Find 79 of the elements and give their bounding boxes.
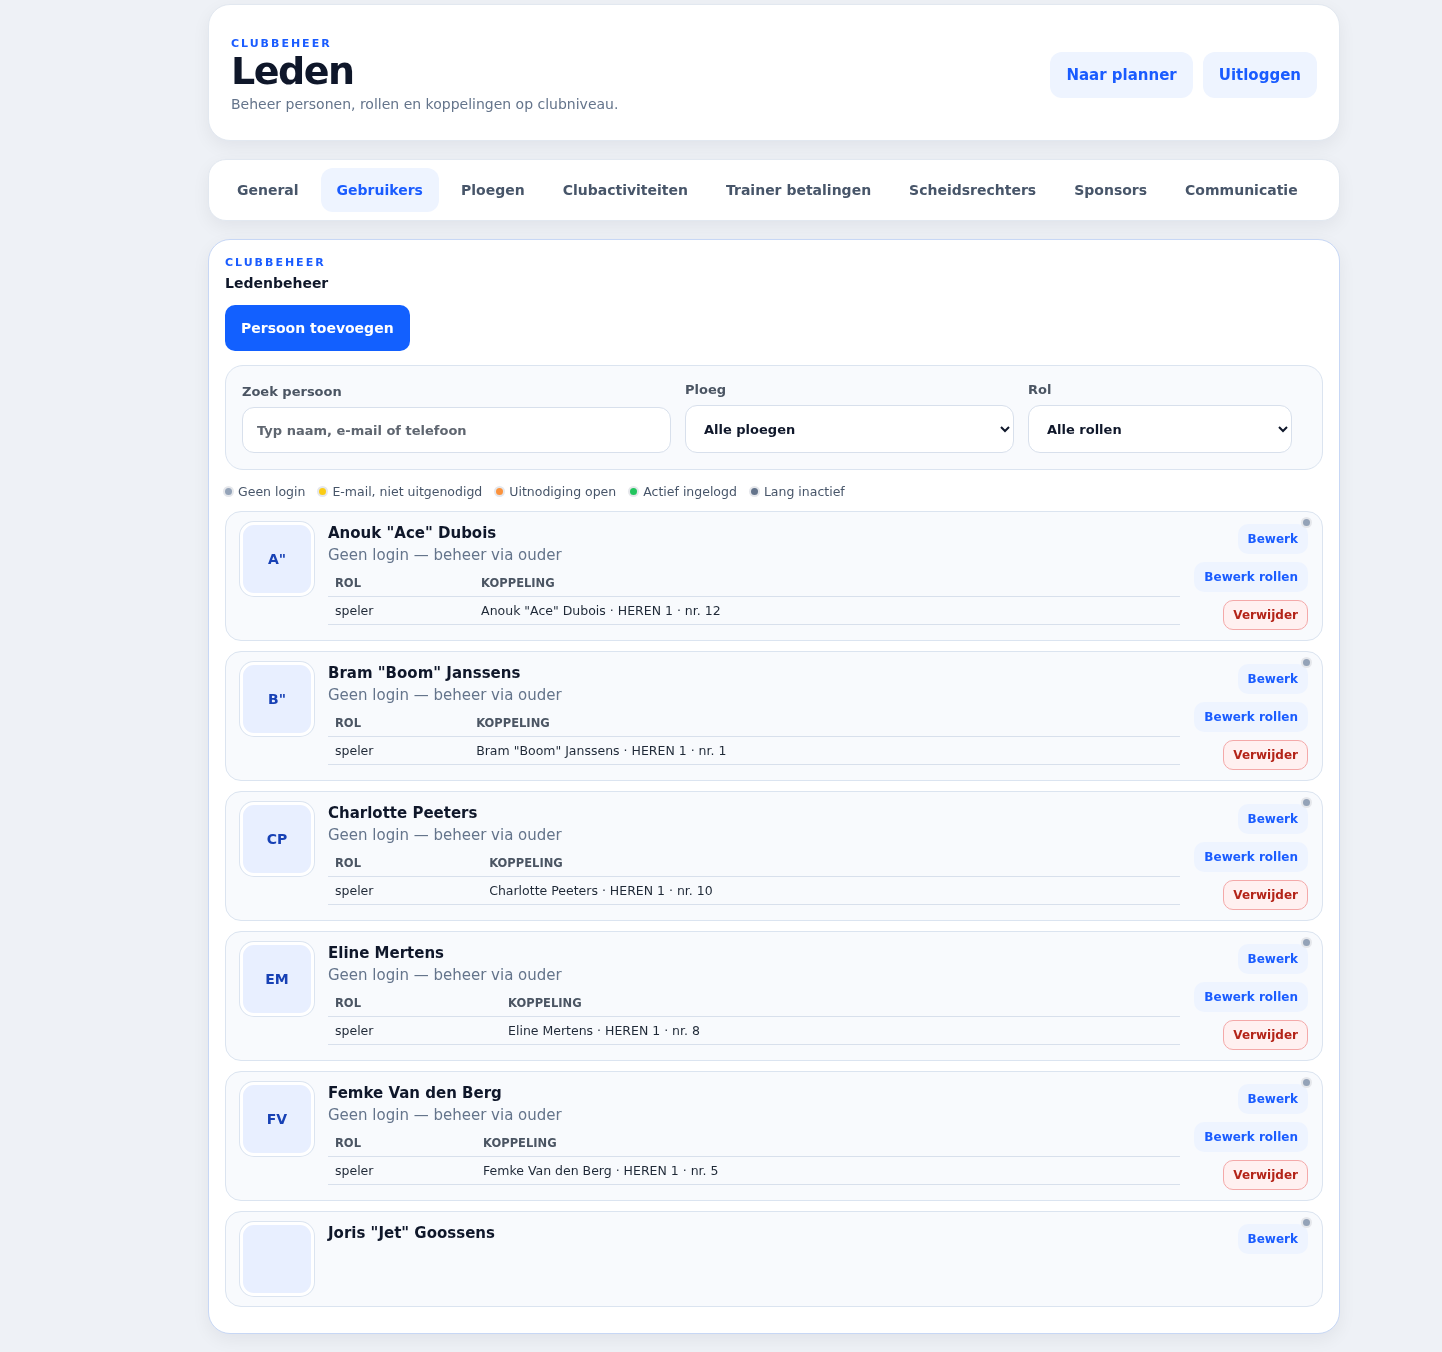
member-status: Geen login — beheer via ouder [328, 826, 563, 844]
column-header: ROL [328, 990, 502, 1017]
edit-button[interactable]: Bewerk [1237, 1224, 1308, 1254]
member-name: Joris "Jet" Goossens [328, 1224, 496, 1242]
delete-button[interactable]: Verwijder [1223, 880, 1308, 910]
tab[interactable]: Clubactiviteiten [546, 168, 704, 212]
table-cell: Eline Mertens · HEREN 1 · nr. 8 [501, 1016, 1181, 1045]
avatar: EM [240, 942, 314, 1016]
column-header: KOPPELING [482, 850, 1181, 877]
avatar: B" [240, 662, 314, 736]
tab[interactable]: Ploegen [444, 168, 541, 212]
edit-button[interactable]: Bewerk rollen [1194, 982, 1308, 1012]
member-name: Anouk "Ace" Dubois [328, 524, 498, 542]
legend-label: Lang inactief [763, 484, 845, 499]
delete-button[interactable]: Verwijder [1223, 1160, 1308, 1190]
edit-button[interactable]: Bewerk [1237, 804, 1308, 834]
column-header: KOPPELING [476, 1130, 1181, 1157]
legend-label: Geen login [238, 484, 306, 499]
member-name: Charlotte Peeters [328, 804, 479, 822]
legend-label: E-mail, niet uitgenodigd [332, 484, 483, 499]
member-status: Geen login — beheer via ouder [328, 546, 563, 564]
edit-button[interactable]: Bewerk [1237, 944, 1308, 974]
delete-button[interactable]: Verwijder [1223, 600, 1308, 630]
field-label: Ploeg [685, 382, 728, 397]
table-cell: Femke Van den Berg · HEREN 1 · nr. 5 [476, 1156, 1181, 1185]
avatar: CP [240, 802, 314, 876]
eyebrow-label: CLUBBEHEER [231, 37, 333, 50]
edit-button[interactable]: Bewerk [1237, 1084, 1308, 1114]
edit-button[interactable]: Bewerk rollen [1194, 842, 1308, 872]
tab[interactable]: Gebruikers [320, 168, 439, 212]
role-select[interactable]: Alle rollen [1028, 405, 1292, 453]
member-name: Bram "Boom" Janssens [328, 664, 522, 682]
tab[interactable]: General [221, 168, 315, 212]
delete-button[interactable]: Verwijder [1223, 740, 1308, 770]
header-button[interactable]: Uitloggen [1202, 51, 1317, 98]
edit-button[interactable]: Bewerk [1237, 664, 1308, 694]
table-cell: speler [328, 1016, 502, 1045]
table-cell: speler [328, 596, 475, 625]
header-button[interactable]: Naar planner [1050, 51, 1193, 98]
tab[interactable]: Trainer betalingen [710, 168, 888, 212]
legend-label: Uitnodiging open [509, 484, 617, 499]
tab[interactable]: Sponsors [1058, 168, 1164, 212]
edit-button[interactable]: Bewerk rollen [1194, 562, 1308, 592]
member-status: Geen login — beheer via ouder [328, 966, 563, 984]
page-title: Leden [231, 52, 355, 90]
panel-title: Ledenbeheer [225, 275, 330, 291]
table-cell: speler [328, 876, 483, 905]
search-field[interactable]: Typ naam, e-mail of telefoon [242, 407, 671, 453]
column-header: ROL [328, 570, 475, 597]
avatar: FV [240, 1082, 314, 1156]
tab[interactable]: Communicatie [1169, 168, 1314, 212]
edit-button[interactable]: Bewerk [1237, 524, 1308, 554]
edit-button[interactable]: Bewerk rollen [1194, 1122, 1308, 1152]
column-header: ROL [328, 850, 483, 877]
field-label: Rol [1028, 382, 1053, 397]
table-cell: speler [328, 1156, 477, 1185]
table-cell: Charlotte Peeters · HEREN 1 · nr. 10 [482, 876, 1181, 905]
column-header: ROL [328, 1130, 477, 1157]
member-status: Geen login — beheer via ouder [328, 1106, 563, 1124]
member-name: Eline Mertens [328, 944, 446, 962]
table-cell: Anouk "Ace" Dubois · HEREN 1 · nr. 12 [474, 596, 1181, 625]
field-label: Zoek persoon [242, 384, 343, 399]
tab[interactable]: Scheidsrechters [893, 168, 1053, 212]
column-header: KOPPELING [501, 990, 1181, 1017]
add-person-button[interactable]: Persoon toevoegen [225, 305, 410, 351]
delete-button[interactable]: Verwijder [1223, 1020, 1308, 1050]
avatar: A" [240, 522, 314, 596]
edit-button[interactable]: Bewerk rollen [1194, 702, 1308, 732]
team-select[interactable]: Alle ploegen [685, 405, 1014, 453]
table-cell: speler [328, 736, 470, 765]
eyebrow-label: CLUBBEHEER [225, 256, 327, 269]
member-status: Geen login — beheer via ouder [328, 686, 563, 704]
column-header: ROL [328, 710, 470, 737]
legend-label: Actief ingelogd [643, 484, 737, 499]
member-name: Femke Van den Berg [328, 1084, 503, 1102]
column-header: KOPPELING [474, 570, 1181, 597]
page-subtitle: Beheer personen, rollen en koppelingen op clubniveau. [231, 96, 619, 112]
column-header: KOPPELING [469, 710, 1181, 737]
table-cell: Bram "Boom" Janssens · HEREN 1 · nr. 1 [469, 736, 1181, 765]
